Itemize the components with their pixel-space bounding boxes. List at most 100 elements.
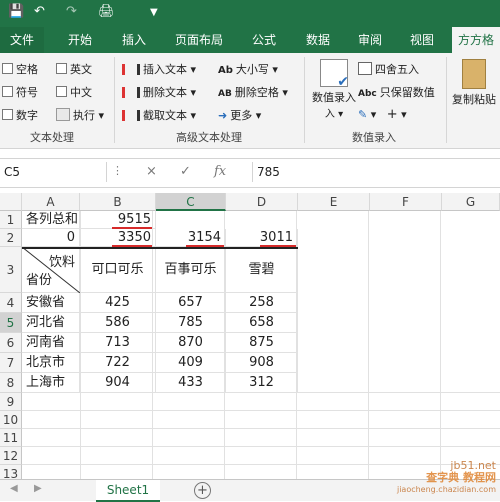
tab-ffcell[interactable]: 方方格 (452, 27, 500, 53)
row-header-1[interactable]: 1 (0, 211, 22, 229)
cell-b6[interactable]: 713 (80, 333, 156, 353)
cell-a2[interactable]: 0 (22, 229, 80, 247)
cell-b8[interactable]: 904 (80, 373, 156, 393)
cell-c7[interactable]: 409 (156, 353, 226, 373)
row-header-9[interactable]: 9 (0, 393, 22, 411)
cell-d4[interactable]: 258 (226, 293, 298, 313)
scroll-left-icon[interactable]: ◀ (10, 483, 18, 494)
copy-paste-button[interactable]: 复制粘贴 (450, 59, 498, 107)
number-entry-button[interactable]: ✔ 数值录入 入 ▾ (312, 59, 356, 120)
checkbox-icon (2, 109, 13, 120)
round-button[interactable]: 四舍五入 (358, 61, 419, 77)
cell-d3[interactable]: 雪碧 (226, 247, 298, 293)
cancel-icon[interactable]: × (146, 164, 157, 179)
tab-view[interactable]: 视图 (400, 27, 444, 53)
insert-text-button[interactable]: 插入文本 ▾ (122, 61, 196, 77)
column-header-e[interactable]: E (298, 193, 370, 211)
delete-space-button[interactable]: AB 删除空格 ▾ (218, 84, 288, 100)
insert-function-icon[interactable]: fx (214, 164, 226, 179)
cell-c4[interactable]: 657 (156, 293, 226, 313)
row-header-3[interactable]: 3 (0, 247, 22, 293)
tab-data[interactable]: 数据 (296, 27, 340, 53)
delete-text-button[interactable]: 删除文本 ▾ (122, 84, 196, 100)
cell-d8[interactable]: 312 (226, 373, 298, 393)
name-box[interactable]: C5 (0, 162, 107, 182)
column-header-b[interactable]: B (80, 193, 156, 211)
tab-home[interactable]: 开始 (58, 27, 102, 53)
arrow-right-icon: ➜ (218, 109, 228, 122)
cell-d6[interactable]: 875 (226, 333, 298, 353)
cell-d7[interactable]: 908 (226, 353, 298, 373)
cell-c5[interactable]: 785 (156, 313, 226, 333)
cell-b3[interactable]: 可口可乐 (80, 247, 156, 293)
underline-b1 (112, 227, 152, 229)
row-header-10[interactable]: 10 (0, 411, 22, 429)
checkbox-icon (56, 63, 67, 74)
keep-value-button[interactable]: Abc 只保留数值 (358, 84, 435, 100)
cell-a8[interactable]: 上海市 (22, 373, 80, 393)
cell-a5[interactable]: 河北省 (22, 313, 80, 333)
header-top-border (22, 247, 298, 249)
column-header-d[interactable]: D (226, 193, 298, 211)
edit-dropdown[interactable]: ✎ ▾ + ▾ (358, 107, 407, 122)
select-all-corner[interactable] (0, 193, 22, 211)
undo-icon[interactable]: ↶ (34, 4, 45, 19)
execute-button[interactable]: 执行 ▾ (56, 107, 104, 123)
row-header-12[interactable]: 12 (0, 447, 22, 465)
cell-c6[interactable]: 870 (156, 333, 226, 353)
tab-formulas[interactable]: 公式 (242, 27, 286, 53)
cell-a3[interactable]: 饮料 省份 (22, 247, 80, 293)
redo-icon[interactable]: ↷ (66, 4, 77, 19)
print-preview-icon[interactable]: 🖨 (98, 4, 115, 19)
tab-page-layout[interactable]: 页面布局 (164, 27, 234, 53)
chevron-down-icon[interactable]: ▼ (150, 7, 158, 18)
row-header-2[interactable]: 2 (0, 229, 22, 247)
checkbox-number[interactable]: 数字 (2, 107, 38, 123)
column-header-g[interactable]: G (442, 193, 500, 211)
cell-a7[interactable]: 北京市 (22, 353, 80, 373)
row-header-5[interactable]: 5 (0, 313, 22, 333)
checkbox-icon (56, 86, 67, 97)
delete-text-icon (122, 87, 140, 98)
checkbox-english[interactable]: 英文 (56, 61, 92, 77)
formula-input[interactable]: 785 (252, 162, 497, 182)
column-header-a[interactable]: A (22, 193, 80, 211)
cell-c3[interactable]: 百事可乐 (156, 247, 226, 293)
extract-text-button[interactable]: 截取文本 ▾ (122, 107, 196, 123)
gridline (22, 392, 500, 393)
cell-a1[interactable]: 各列总和 (22, 211, 80, 229)
row-header-11[interactable]: 11 (0, 429, 22, 447)
row-header-8[interactable]: 8 (0, 373, 22, 393)
cell-a4[interactable]: 安徽省 (22, 293, 80, 313)
cell-d5[interactable]: 658 (226, 313, 298, 333)
row-header-4[interactable]: 4 (0, 293, 22, 313)
checkbox-space[interactable]: 空格 (2, 61, 38, 77)
sheet-tab-sheet1[interactable]: Sheet1 (96, 480, 160, 502)
enter-icon[interactable]: ✓ (180, 164, 191, 179)
cell-a6[interactable]: 河南省 (22, 333, 80, 353)
checkbox-chinese[interactable]: 中文 (56, 84, 92, 100)
cell-c8[interactable]: 433 (156, 373, 226, 393)
keep-value-icon: Abc (358, 89, 377, 99)
row-header-6[interactable]: 6 (0, 333, 22, 353)
more-options-icon[interactable]: ⋮ (112, 164, 123, 177)
add-sheet-button[interactable]: + (194, 482, 211, 499)
row-header-13[interactable]: 13 (0, 465, 22, 479)
cell-b5[interactable]: 586 (80, 313, 156, 333)
tab-review[interactable]: 审阅 (348, 27, 392, 53)
cell-b4[interactable]: 425 (80, 293, 156, 313)
more-button[interactable]: ➜ 更多 ▾ (218, 107, 261, 123)
cell-b7[interactable]: 722 (80, 353, 156, 373)
number-entry-icon: ✔ (320, 59, 349, 90)
row-header-7[interactable]: 7 (0, 353, 22, 373)
column-header-f[interactable]: F (370, 193, 442, 211)
save-icon[interactable]: 💾 (8, 4, 24, 19)
case-button[interactable]: Ab 大小写 ▾ (218, 61, 278, 77)
checkbox-symbol[interactable]: 符号 (2, 84, 38, 100)
case-icon: Ab (218, 65, 233, 76)
scroll-right-icon[interactable]: ▶ (34, 483, 42, 494)
tab-insert[interactable]: 插入 (112, 27, 156, 53)
tab-file[interactable]: 文件 (0, 27, 44, 53)
column-header-c[interactable]: C (156, 193, 226, 211)
gridline (22, 410, 500, 411)
